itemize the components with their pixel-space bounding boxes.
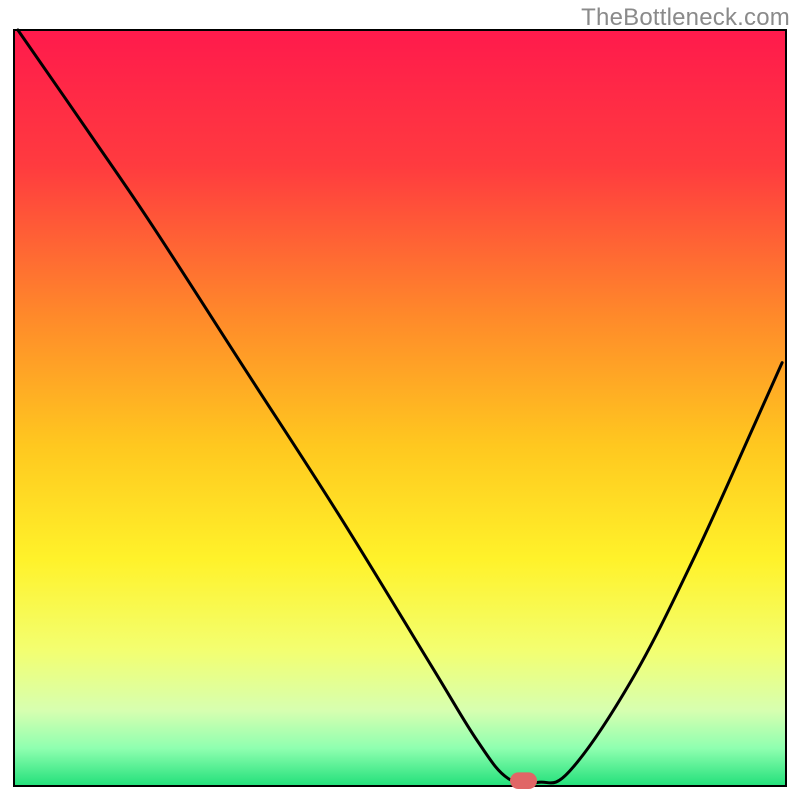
bottleneck-chart xyxy=(0,0,800,800)
watermark-text: TheBottleneck.com xyxy=(581,4,790,32)
gradient-background xyxy=(14,30,786,786)
optimal-marker xyxy=(510,772,537,789)
